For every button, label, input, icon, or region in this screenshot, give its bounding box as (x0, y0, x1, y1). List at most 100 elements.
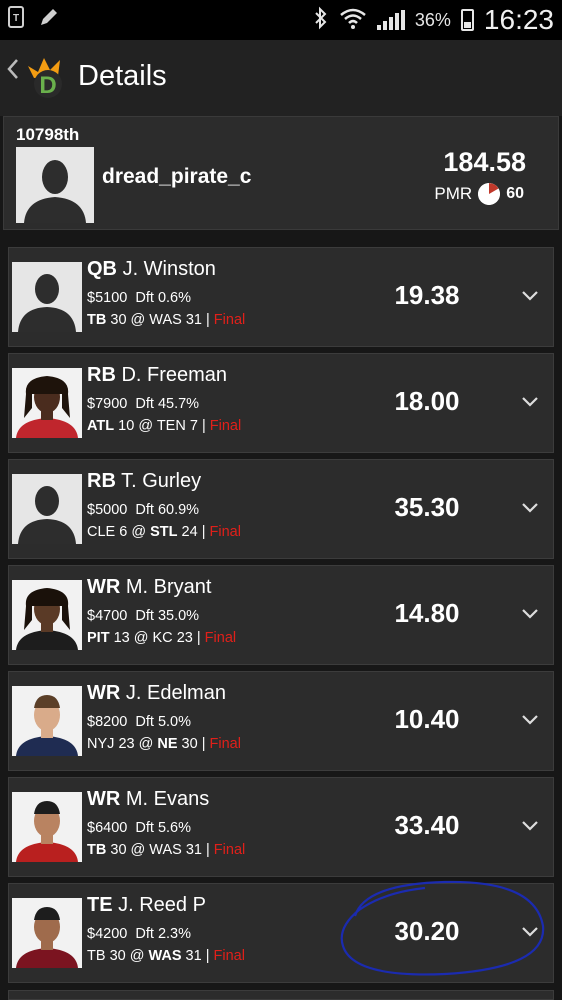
pmr-value: 60 (506, 185, 524, 202)
username: dread_pirate_c (102, 165, 252, 188)
player-salary-line: $8200 Dft 5.0% (87, 714, 191, 730)
battery-icon (460, 9, 474, 31)
player-row[interactable]: WR M. Bryant $4700 Dft 35.0% PIT 13 @ KC 2… (8, 565, 554, 665)
player-position: WR (87, 788, 121, 810)
team-away: TB (87, 842, 107, 858)
score-home: 24 (181, 524, 198, 540)
score-away: 23 (118, 736, 135, 752)
game-line: TB 30 @ WAS 31 | Final (87, 948, 245, 964)
player-position: WR (87, 682, 121, 704)
player-name-line: RB D. Freeman (87, 364, 227, 387)
player-name: T. Gurley (121, 470, 202, 492)
team-home: WAS (149, 842, 182, 858)
game-status: Final (213, 842, 246, 858)
chevron-down-icon[interactable] (519, 602, 541, 624)
player-points: 35.30 (394, 492, 460, 522)
chevron-down-icon[interactable] (519, 496, 541, 518)
team-home: TEN (156, 418, 186, 434)
player-name: M. Evans (125, 788, 210, 810)
player-name-line: WR M. Evans (87, 788, 209, 811)
player-points: 18.00 (394, 386, 460, 416)
player-salary-line: $5000 Dft 60.9% (87, 502, 199, 518)
player-drafted-pct: Dft 2.3% (135, 926, 191, 942)
player-name-line: QB J. Winston (87, 258, 216, 281)
player-salary: $5000 (87, 502, 128, 518)
team-away: TB (87, 312, 107, 328)
player-row[interactable]: WR M. Evans $6400 Dft 5.6% TB 30 @ WAS 31 … (8, 777, 554, 877)
back-chevron-icon[interactable] (6, 54, 20, 92)
player-photo (12, 580, 82, 650)
signal-icon (376, 10, 405, 30)
player-salary: $4700 (87, 608, 128, 624)
player-drafted-pct: Dft 60.9% (135, 502, 200, 518)
player-drafted-pct: Dft 0.6% (135, 290, 191, 306)
player-drafted-pct: Dft 5.0% (135, 714, 191, 730)
player-row[interactable]: QB J. Winston $5100 Dft 0.6% TB 30 @ WAS 3… (8, 247, 554, 347)
score-home: 31 (185, 842, 202, 858)
score-home: 23 (176, 630, 193, 646)
game-line: PIT 13 @ KC 23 | Final (87, 630, 237, 646)
team-away: ATL (87, 418, 115, 434)
pmr-clock-icon (478, 183, 501, 205)
player-name-line: WR M. Bryant (87, 576, 211, 599)
player-salary: $8200 (87, 714, 128, 730)
player-photo (12, 474, 82, 544)
team-away: TB (87, 948, 106, 964)
player-salary-line: $4700 Dft 35.0% (87, 608, 199, 624)
chevron-down-icon[interactable] (519, 284, 541, 306)
draftkings-logo-icon[interactable]: D (24, 52, 72, 100)
user-summary-card: 10798th dread_pirate_c 184.58 PMR 60 (3, 116, 559, 230)
player-salary-line: $6400 Dft 5.6% (87, 820, 191, 836)
chevron-down-icon[interactable] (519, 920, 541, 942)
chevron-down-icon[interactable] (519, 708, 541, 730)
player-position: RB (87, 364, 116, 386)
bluetooth-icon (313, 6, 329, 35)
game-line: ATL 10 @ TEN 7 | Final (87, 418, 242, 434)
team-home: WAS (148, 948, 182, 964)
player-photo (12, 686, 82, 756)
player-position: RB (87, 470, 116, 492)
team-home: KC (152, 630, 173, 646)
score-away: 30 (110, 842, 127, 858)
score-away: 10 (118, 418, 135, 434)
battery-percent: 36% (414, 9, 451, 30)
score-home: 30 (181, 736, 198, 752)
game-status: Final (204, 630, 237, 646)
player-row[interactable]: TE J. Reed P $4200 Dft 2.3% TB 30 @ WAS 31… (8, 880, 554, 983)
lineup-list-next-row (8, 990, 554, 1000)
player-salary: $6400 (87, 820, 128, 836)
pmr-indicator: PMR 60 (434, 183, 524, 205)
player-name: J. Edelman (125, 682, 226, 704)
player-salary-line: $7900 Dft 45.7% (87, 396, 199, 412)
player-name-line: WR J. Edelman (87, 682, 226, 705)
game-status: Final (209, 418, 242, 434)
game-status: Final (209, 736, 241, 752)
player-name: D. Freeman (121, 364, 228, 386)
status-time: 16:23 (483, 4, 554, 35)
player-name: J. Winston (122, 258, 216, 280)
game-status: Final (209, 524, 241, 540)
player-row[interactable]: RB T. Gurley $5000 Dft 60.9% CLE 6 @ STL 2… (8, 459, 554, 559)
player-salary-line: $5100 Dft 0.6% (87, 290, 191, 306)
game-line: TB 30 @ WAS 31 | Final (87, 842, 246, 858)
player-row[interactable]: RB D. Freeman $7900 Dft 45.7% ATL 10 @ TEN… (8, 353, 554, 453)
user-total-score: 184.58 (443, 147, 526, 177)
player-photo (12, 898, 82, 968)
player-drafted-pct: Dft 35.0% (135, 608, 200, 624)
player-name-line: TE J. Reed P (87, 894, 206, 917)
injury-status: P (192, 894, 206, 916)
page-title: Details (78, 60, 167, 92)
player-points: 33.40 (394, 810, 460, 840)
player-position: TE (87, 894, 113, 916)
player-drafted-pct: Dft 45.7% (135, 396, 200, 412)
player-photo (12, 368, 82, 438)
game-status: Final (213, 948, 245, 964)
player-name-line: RB T. Gurley (87, 470, 201, 493)
game-status: Final (213, 312, 246, 328)
game-line: TB 30 @ WAS 31 | Final (87, 312, 246, 328)
player-row[interactable]: WR J. Edelman $8200 Dft 5.0% NYJ 23 @ NE 3… (8, 671, 554, 771)
chevron-down-icon[interactable] (519, 814, 541, 836)
chevron-down-icon[interactable] (519, 390, 541, 412)
player-name: M. Bryant (125, 576, 212, 598)
status-bar: T 36% 16:23 (0, 0, 562, 40)
